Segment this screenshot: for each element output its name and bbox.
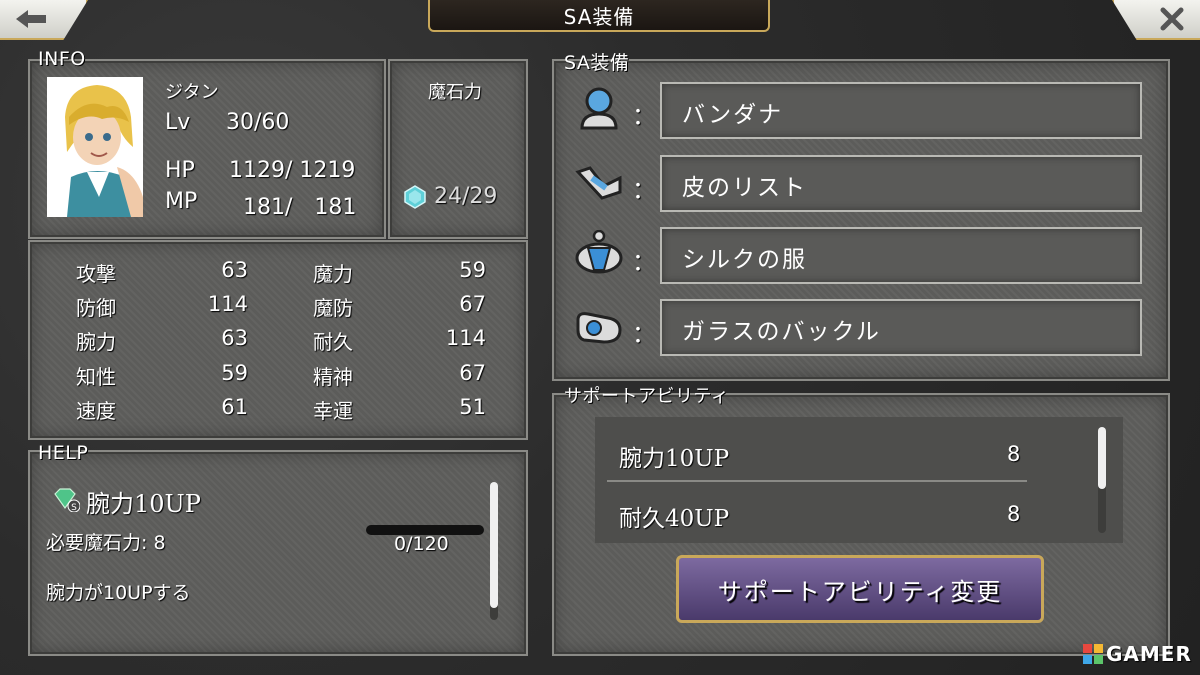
hp-value: 1129/ 1219 (229, 158, 356, 183)
magicite-gem-icon (404, 185, 426, 209)
sa-slot-head-name: バンダナ (682, 102, 784, 128)
stat-label: 幸運 (313, 399, 353, 423)
ability-progress-text: 0/120 (394, 533, 449, 555)
support-ability-list: 腕力10UP 8 耐久40UP 8 (595, 417, 1123, 543)
stat-label: 耐久 (313, 330, 353, 354)
help-required-magicite: 必要魔石力: 8 (46, 532, 166, 554)
stat-label: 知性 (76, 365, 116, 389)
stat-value: 114 (207, 292, 248, 316)
page-title-text: SA装備 (563, 4, 635, 29)
level-value: 30/60 (226, 110, 290, 135)
slot-colon: ： (632, 102, 656, 130)
mp-label: MP (165, 189, 198, 214)
stat-label: 速度 (76, 399, 116, 423)
gamer-watermark-text: GAMER (1106, 642, 1192, 666)
slot-colon: ： (632, 248, 656, 276)
support-ability-row-2[interactable]: 耐久40UP 8 (607, 485, 1027, 541)
help-description: 腕力が10UPする (46, 582, 191, 604)
sa-slot-body-name: シルクの服 (682, 247, 807, 273)
support-ability-name-1: 腕力10UP (619, 446, 730, 472)
accessory-slot-icon (576, 312, 622, 344)
sa-slot-accessory[interactable]: ガラスのバックル (660, 299, 1142, 356)
support-ability-row-1[interactable]: 腕力10UP 8 (607, 423, 1027, 479)
support-ability-divider (607, 480, 1027, 482)
stat-label: 攻撃 (76, 262, 116, 286)
level-label: Lv (165, 110, 191, 135)
character-portrait (47, 77, 143, 217)
stat-value: 59 (221, 361, 248, 385)
character-name: ジタン (165, 82, 219, 103)
magicite-value: 24/29 (434, 184, 498, 209)
sa-slot-accessory-name: ガラスのバックル (682, 319, 881, 345)
slot-colon: ： (632, 176, 656, 204)
head-slot-icon (580, 87, 618, 130)
sa-slot-arm-name: 皮のリスト (682, 175, 807, 201)
stat-value: 63 (221, 326, 248, 350)
stat-value: 61 (221, 395, 248, 419)
sa-slot-head[interactable]: バンダナ (660, 82, 1142, 139)
support-ability-cost-2: 8 (1007, 502, 1021, 526)
arm-slot-icon (575, 166, 622, 200)
help-scrollbar-thumb[interactable] (490, 482, 498, 608)
page-title: SA装備 (428, 0, 770, 32)
mp-value: 181/ 181 (243, 195, 357, 220)
sa-equip-label: SA装備 (564, 52, 630, 74)
stat-value: 51 (459, 395, 486, 419)
hp-label: HP (165, 158, 195, 183)
stat-value: 63 (221, 258, 248, 282)
gamer-watermark: GAMER (1082, 642, 1192, 666)
gamer-logo-icon (1083, 644, 1103, 664)
stat-label: 魔力 (313, 262, 353, 286)
stat-value: 67 (459, 361, 486, 385)
magicite-label: 魔石力 (428, 82, 482, 103)
support-ability-cost-1: 8 (1007, 442, 1021, 466)
character-portrait-image (47, 77, 143, 217)
sa-slot-body[interactable]: シルクの服 (660, 227, 1142, 284)
stat-label: 腕力 (76, 330, 116, 354)
stat-label: 精神 (313, 365, 353, 389)
sa-gem-icon: S (54, 488, 80, 512)
support-ability-name-2: 耐久40UP (619, 506, 730, 532)
change-support-ability-button[interactable]: サポートアビリティ変更 (676, 555, 1044, 623)
help-ability-name: 腕力10UP (86, 490, 201, 518)
stat-label: 防御 (76, 296, 116, 320)
info-label: INFO (38, 48, 86, 70)
stat-value: 59 (459, 258, 486, 282)
help-label: HELP (38, 442, 89, 464)
svg-text:S: S (71, 503, 77, 512)
back-arrow-icon (16, 10, 46, 28)
slot-colon: ： (632, 320, 656, 348)
support-ability-label: サポートアビリティ (564, 386, 730, 407)
stat-value: 114 (445, 326, 486, 350)
close-icon (1160, 7, 1184, 31)
change-support-ability-label: サポートアビリティ変更 (717, 577, 1003, 606)
stat-value: 67 (459, 292, 486, 316)
support-scrollbar-thumb[interactable] (1098, 427, 1106, 489)
body-slot-icon (575, 230, 623, 274)
stat-label: 魔防 (313, 296, 353, 320)
sa-slot-arm[interactable]: 皮のリスト (660, 155, 1142, 212)
